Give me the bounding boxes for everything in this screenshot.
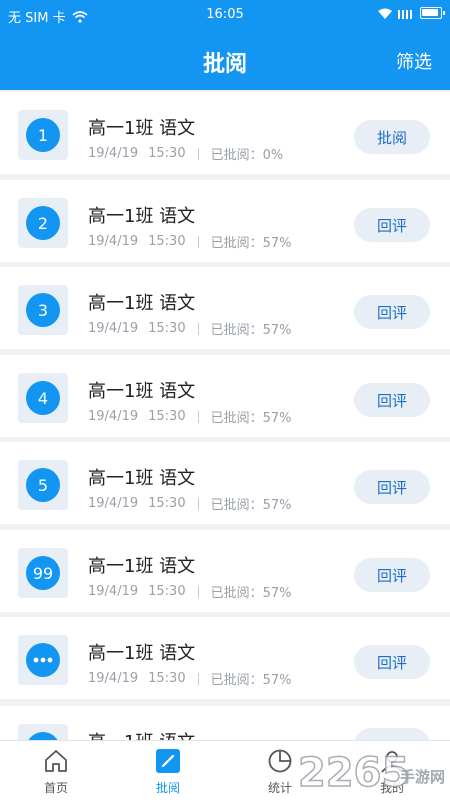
status-right [378,7,445,19]
wifi-signal-icon [378,8,392,19]
re-review-button[interactable] [354,728,430,740]
item-title: 高一1班 语文 [88,643,196,664]
item-progress: 已批阅：57% [210,673,292,688]
item-date: 19/4/19 [88,146,139,161]
badge-box: 2 [18,198,68,248]
list-item[interactable]: 高一1班 语文 [0,706,450,740]
review-list: 1 高一1班 语文 19/4/19 15:30 已批阅：0% 批阅 2 高一1班… [0,92,450,740]
pie-chart-icon [268,749,292,773]
item-time: 15:30 [148,234,186,249]
number-badge: 4 [26,381,60,415]
re-review-button[interactable]: 回评 [354,470,430,504]
item-meta: 19/4/19 15:30 已批阅：57% [88,669,292,688]
number-badge: 3 [26,293,60,327]
badge-box [18,635,68,685]
meta-divider [197,322,199,335]
item-progress: 已批阅：57% [210,411,292,426]
item-date: 19/4/19 [88,671,139,686]
number-badge: 1 [26,118,60,152]
home-icon [45,750,67,772]
battery-icon [420,7,445,19]
meta-divider [197,585,199,598]
item-meta: 19/4/19 15:30 已批阅：57% [88,407,292,426]
tab-statistics[interactable]: 统计 [224,741,336,800]
item-progress: 已批阅：0% [210,148,284,163]
item-title: 高一1班 语文 [88,206,196,227]
meta-divider [197,147,199,160]
item-date: 19/4/19 [88,234,139,249]
number-badge [26,732,60,740]
re-review-button[interactable]: 回评 [354,295,430,329]
tab-label: 首页 [43,781,68,795]
item-time: 15:30 [148,671,186,686]
badge-box: 5 [18,460,68,510]
item-time: 15:30 [148,146,186,161]
re-review-button[interactable]: 回评 [354,208,430,242]
tab-mine[interactable]: 我的 [336,741,448,800]
header: 批阅 筛选 [0,32,450,90]
item-date: 19/4/19 [88,584,139,599]
badge-box [18,724,68,740]
meta-divider [197,410,199,423]
dots-glyph [33,657,53,663]
item-date: 19/4/19 [88,321,139,336]
item-progress: 已批阅：57% [210,236,292,251]
item-title: 高一1班 语文 [88,381,196,402]
list-item[interactable]: 1 高一1班 语文 19/4/19 15:30 已批阅：0% 批阅 [0,92,450,174]
item-progress: 已批阅：57% [210,586,292,601]
tab-home[interactable]: 首页 [0,741,112,800]
meta-divider [197,235,199,248]
tab-label: 我的 [379,781,404,795]
list-item[interactable]: 4 高一1班 语文 19/4/19 15:30 已批阅：57% 回评 [0,355,450,437]
list-item[interactable]: 高一1班 语文 19/4/19 15:30 已批阅：57% 回评 [0,617,450,699]
list-item[interactable]: 2 高一1班 语文 19/4/19 15:30 已批阅：57% 回评 [0,180,450,262]
item-meta: 19/4/19 15:30 已批阅：57% [88,319,292,338]
number-badge: 5 [26,468,60,502]
badge-box: 99 [18,548,68,598]
tab-label: 批阅 [155,781,180,795]
item-time: 15:30 [148,496,186,511]
item-meta: 19/4/19 15:30 已批阅：0% [88,144,283,163]
item-title: 高一1班 语文 [88,118,196,139]
user-icon [381,751,403,773]
status-bar: 无 SIM 卡 16:05 [0,0,450,32]
meta-divider [197,672,199,685]
list-item[interactable]: 5 高一1班 语文 19/4/19 15:30 已批阅：57% 回评 [0,442,450,524]
item-time: 15:30 [148,584,186,599]
item-time: 15:30 [148,409,186,424]
number-badge: 2 [26,206,60,240]
item-title: 高一1班 语文 [88,556,196,577]
badge-box: 1 [18,110,68,160]
page-title: 批阅 [202,52,247,77]
item-progress: 已批阅：57% [210,498,292,513]
item-meta: 19/4/19 15:30 已批阅：57% [88,494,292,513]
tab-review[interactable]: 批阅 [112,741,224,800]
item-title: 高一1班 语文 [88,728,195,740]
item-time: 15:30 [148,321,186,336]
item-meta: 19/4/19 15:30 已批阅：57% [88,582,292,601]
tab-label: 统计 [267,781,292,795]
review-icon [156,749,180,773]
re-review-button[interactable]: 回评 [354,645,430,679]
tab-bar: 首页 批阅 统计 我的 [0,740,450,800]
more-dots-icon [26,643,60,677]
filter-button[interactable]: 筛选 [396,48,432,74]
meta-divider [197,497,199,510]
list-item[interactable]: 99 高一1班 语文 19/4/19 15:30 已批阅：57% 回评 [0,530,450,612]
list-item[interactable]: 3 高一1班 语文 19/4/19 15:30 已批阅：57% 回评 [0,267,450,349]
re-review-button[interactable]: 回评 [354,558,430,592]
badge-box: 3 [18,285,68,335]
number-badge: 99 [26,556,60,590]
item-progress: 已批阅：57% [210,323,292,338]
re-review-button[interactable]: 回评 [354,383,430,417]
cellular-signal-icon [398,9,412,19]
item-meta: 19/4/19 15:30 已批阅：57% [88,232,292,251]
item-date: 19/4/19 [88,409,139,424]
badge-box: 4 [18,373,68,423]
item-date: 19/4/19 [88,496,139,511]
item-title: 高一1班 语文 [88,293,196,314]
review-button[interactable]: 批阅 [354,120,430,154]
item-title: 高一1班 语文 [88,468,196,489]
